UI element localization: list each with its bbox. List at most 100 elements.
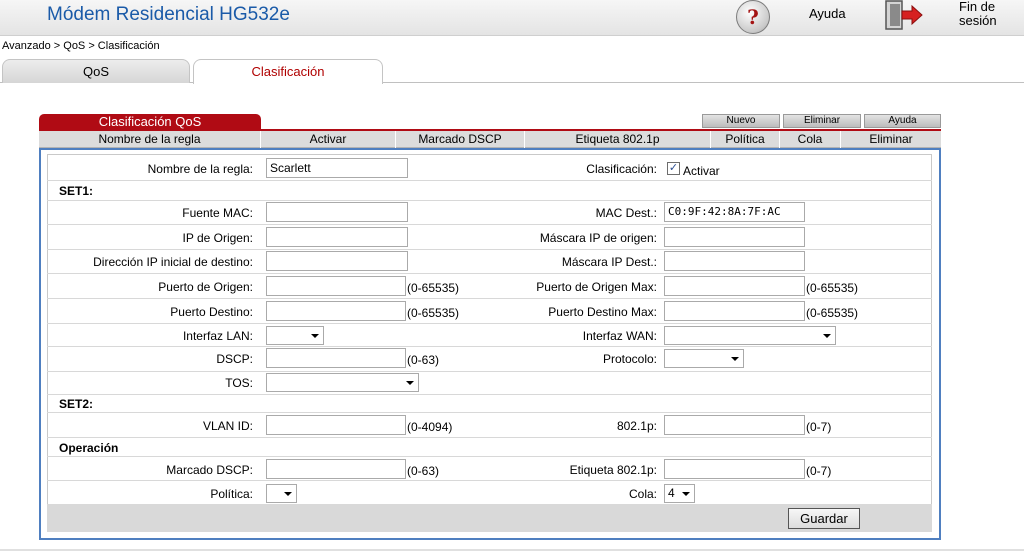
activate-checkbox[interactable]: ✓ (667, 162, 680, 175)
help-icon[interactable]: ? (736, 0, 770, 34)
source-port-max-range: (0-65535) (806, 281, 859, 295)
chevron-down-icon (311, 334, 319, 338)
save-button[interactable]: Guardar (788, 508, 860, 529)
logout-icon[interactable] (884, 0, 924, 30)
breadcrumb: Avanzado > QoS > Clasificación (2, 40, 160, 52)
dest-ip-start-label: Dirección IP inicial de destino: (93, 255, 253, 269)
row-divider (47, 480, 932, 481)
source-mac-input[interactable] (266, 202, 408, 222)
lan-interface-label: Interfaz LAN: (182, 329, 253, 343)
dscp-input[interactable] (266, 348, 406, 368)
protocol-select[interactable] (664, 349, 744, 368)
row-divider (47, 224, 932, 225)
chevron-down-icon (731, 357, 739, 361)
tos-select[interactable] (266, 373, 419, 392)
row-divider (47, 371, 932, 372)
source-port-max-label: Puerto de Origen Max: (536, 280, 657, 294)
rule-name-input[interactable]: Scarlett (266, 158, 408, 178)
dscp-mark-input[interactable] (266, 459, 406, 479)
dest-port-label: Puerto Destino: (170, 305, 253, 319)
dest-port-max-input[interactable] (664, 301, 805, 321)
row-divider (47, 346, 932, 347)
panel-title: Clasificación QoS (39, 114, 261, 130)
logout-link[interactable]: Fin de sesión (959, 0, 1009, 28)
tab-qos[interactable]: QoS (2, 59, 190, 83)
dest-mask-input[interactable] (664, 251, 805, 271)
priority-8021p-range: (0-7) (806, 420, 832, 434)
dscp-mark-label: Marcado DSCP: (166, 463, 253, 477)
set2-title: SET2: (59, 397, 94, 411)
priority-8021p-input[interactable] (664, 415, 805, 435)
classification-label: Clasificación: (586, 162, 657, 176)
wan-interface-select[interactable] (664, 326, 836, 345)
rules-table-header: Nombre de la regla Activar Marcado DSCP … (39, 131, 941, 148)
column-header: Marcado DSCP (396, 131, 525, 148)
row-divider (47, 456, 932, 457)
new-button[interactable]: Nuevo (702, 114, 780, 128)
vlan-id-input[interactable] (266, 415, 406, 435)
activate-label: Activar (683, 164, 720, 178)
column-header: Activar (261, 131, 396, 148)
top-header: Módem Residencial HG532e ? Ayuda Fin de … (0, 0, 1024, 36)
policy-label: Política: (210, 487, 253, 501)
wan-interface-label: Interfaz WAN: (582, 329, 657, 343)
source-port-input[interactable] (266, 276, 406, 296)
source-port-range: (0-65535) (407, 281, 460, 295)
vlan-id-label: VLAN ID: (202, 419, 253, 433)
queue-select[interactable]: 4 (664, 484, 695, 503)
dest-mask-label: Máscara IP Dest.: (561, 255, 657, 269)
set1-title: SET1: (59, 184, 94, 198)
operation-title: Operación (59, 441, 119, 455)
dest-port-input[interactable] (266, 301, 406, 321)
source-port-max-input[interactable] (664, 276, 805, 296)
chevron-down-icon (284, 492, 292, 496)
column-header: Eliminar (869, 132, 913, 146)
dest-port-max-label: Puerto Destino Max: (548, 305, 657, 319)
source-mask-label: Máscara IP de origen: (539, 231, 657, 245)
queue-label: Cola: (628, 487, 657, 501)
dest-ip-start-input[interactable] (266, 251, 408, 271)
dest-mac-input[interactable]: C0:9F:42:8A:7F:AC (664, 202, 805, 222)
row-divider (47, 323, 932, 324)
tag-8021p-input[interactable] (664, 459, 805, 479)
source-port-label: Puerto de Origen: (158, 280, 253, 294)
source-ip-input[interactable] (266, 227, 408, 247)
tag-8021p-label: Etiqueta 802.1p: (569, 463, 657, 477)
delete-button[interactable]: Eliminar (783, 114, 861, 128)
column-header: Nombre de la regla (39, 131, 261, 148)
row-divider (47, 200, 932, 201)
row-divider (47, 298, 932, 299)
lan-interface-select[interactable] (266, 326, 324, 345)
row-divider (47, 273, 932, 274)
row-divider (47, 437, 932, 438)
tab-bar: QoS Clasificación (0, 59, 1024, 84)
dest-mac-label: MAC Dest.: (595, 206, 657, 220)
panel-help-button[interactable]: Ayuda (864, 114, 941, 128)
source-mask-input[interactable] (664, 227, 805, 247)
column-header: Etiqueta 802.1p (525, 131, 711, 148)
chevron-down-icon (823, 334, 831, 338)
dest-port-max-range: (0-65535) (806, 306, 859, 320)
protocol-label: Protocolo: (602, 352, 657, 366)
dscp-mark-range: (0-63) (407, 464, 440, 478)
column-header: Cola (780, 131, 841, 148)
tab-clasificacion[interactable]: Clasificación (193, 59, 383, 84)
tag-8021p-range: (0-7) (806, 464, 832, 478)
policy-select[interactable] (266, 484, 297, 503)
chevron-down-icon (682, 492, 690, 496)
row-divider (47, 412, 932, 413)
column-header: Política (711, 131, 780, 148)
dest-port-range: (0-65535) (407, 306, 460, 320)
priority-8021p-label: 802.1p: (616, 419, 657, 433)
dscp-label: DSCP: (216, 352, 253, 366)
rule-name-label: Nombre de la regla: (147, 162, 253, 176)
help-link[interactable]: Ayuda (809, 6, 846, 21)
source-mac-label: Fuente MAC: (182, 206, 253, 220)
dscp-range: (0-63) (407, 353, 440, 367)
app-title: Módem Residencial HG532e (47, 4, 290, 25)
row-divider (47, 180, 932, 181)
row-divider (47, 249, 932, 250)
row-divider (47, 394, 932, 395)
source-ip-label: IP de Origen: (182, 231, 254, 245)
chevron-down-icon (406, 381, 414, 385)
